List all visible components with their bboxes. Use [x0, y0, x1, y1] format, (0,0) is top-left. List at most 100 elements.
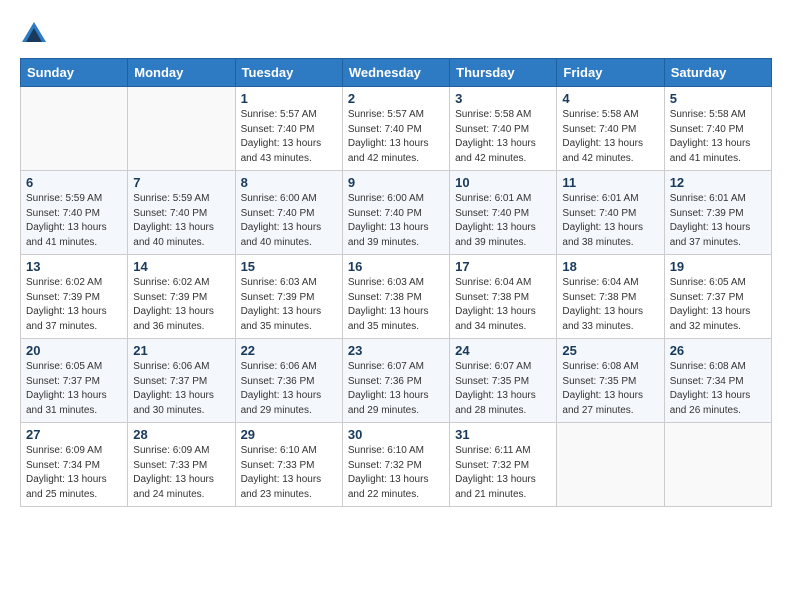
- calendar-cell: 12 Sunrise: 6:01 AMSunset: 7:39 PMDayligh…: [664, 171, 771, 255]
- weekday-header: Monday: [128, 59, 235, 87]
- day-info: Sunrise: 5:58 AMSunset: 7:40 PMDaylight:…: [670, 108, 766, 166]
- day-info: Sunrise: 6:10 AMSunset: 7:33 PMDaylight:…: [241, 444, 337, 502]
- weekday-header: Tuesday: [235, 59, 342, 87]
- weekday-header: Saturday: [664, 59, 771, 87]
- day-number: 2: [348, 91, 444, 106]
- header: [20, 20, 772, 48]
- day-info: Sunrise: 5:57 AMSunset: 7:40 PMDaylight:…: [241, 108, 337, 166]
- day-number: 16: [348, 259, 444, 274]
- day-number: 20: [26, 343, 122, 358]
- day-info: Sunrise: 6:06 AMSunset: 7:36 PMDaylight:…: [241, 360, 337, 418]
- calendar-cell: 3 Sunrise: 5:58 AMSunset: 7:40 PMDaylight…: [450, 87, 557, 171]
- day-info: Sunrise: 6:10 AMSunset: 7:32 PMDaylight:…: [348, 444, 444, 502]
- calendar-cell: 15 Sunrise: 6:03 AMSunset: 7:39 PMDayligh…: [235, 255, 342, 339]
- logo-icon: [20, 20, 48, 48]
- day-info: Sunrise: 5:58 AMSunset: 7:40 PMDaylight:…: [455, 108, 551, 166]
- weekday-header: Sunday: [21, 59, 128, 87]
- day-info: Sunrise: 6:11 AMSunset: 7:32 PMDaylight:…: [455, 444, 551, 502]
- day-info: Sunrise: 6:07 AMSunset: 7:35 PMDaylight:…: [455, 360, 551, 418]
- day-number: 4: [562, 91, 658, 106]
- calendar-table: SundayMondayTuesdayWednesdayThursdayFrid…: [20, 58, 772, 507]
- day-number: 15: [241, 259, 337, 274]
- day-info: Sunrise: 6:07 AMSunset: 7:36 PMDaylight:…: [348, 360, 444, 418]
- day-info: Sunrise: 6:02 AMSunset: 7:39 PMDaylight:…: [26, 276, 122, 334]
- calendar-cell: 9 Sunrise: 6:00 AMSunset: 7:40 PMDaylight…: [342, 171, 449, 255]
- calendar-cell: 5 Sunrise: 5:58 AMSunset: 7:40 PMDaylight…: [664, 87, 771, 171]
- weekday-header: Friday: [557, 59, 664, 87]
- day-number: 13: [26, 259, 122, 274]
- day-info: Sunrise: 6:03 AMSunset: 7:38 PMDaylight:…: [348, 276, 444, 334]
- calendar-week-row: 1 Sunrise: 5:57 AMSunset: 7:40 PMDaylight…: [21, 87, 772, 171]
- day-info: Sunrise: 6:01 AMSunset: 7:40 PMDaylight:…: [455, 192, 551, 250]
- day-number: 14: [133, 259, 229, 274]
- calendar-cell: 25 Sunrise: 6:08 AMSunset: 7:35 PMDayligh…: [557, 339, 664, 423]
- day-number: 7: [133, 175, 229, 190]
- day-number: 22: [241, 343, 337, 358]
- calendar-cell: 30Sunrise: 6:10 AMSunset: 7:32 PMDayligh…: [342, 423, 449, 507]
- day-info: Sunrise: 6:01 AMSunset: 7:39 PMDaylight:…: [670, 192, 766, 250]
- page: SundayMondayTuesdayWednesdayThursdayFrid…: [0, 0, 792, 517]
- weekday-header: Thursday: [450, 59, 557, 87]
- day-number: 6: [26, 175, 122, 190]
- calendar-week-row: 27Sunrise: 6:09 AMSunset: 7:34 PMDayligh…: [21, 423, 772, 507]
- calendar-header-row: SundayMondayTuesdayWednesdayThursdayFrid…: [21, 59, 772, 87]
- calendar-week-row: 13 Sunrise: 6:02 AMSunset: 7:39 PMDayligh…: [21, 255, 772, 339]
- day-number: 19: [670, 259, 766, 274]
- day-info: Sunrise: 6:00 AMSunset: 7:40 PMDaylight:…: [348, 192, 444, 250]
- day-info: Sunrise: 5:59 AMSunset: 7:40 PMDaylight:…: [26, 192, 122, 250]
- day-number: 5: [670, 91, 766, 106]
- calendar-week-row: 6 Sunrise: 5:59 AMSunset: 7:40 PMDaylight…: [21, 171, 772, 255]
- day-info: Sunrise: 6:06 AMSunset: 7:37 PMDaylight:…: [133, 360, 229, 418]
- day-info: Sunrise: 6:08 AMSunset: 7:35 PMDaylight:…: [562, 360, 658, 418]
- calendar-cell: 14 Sunrise: 6:02 AMSunset: 7:39 PMDayligh…: [128, 255, 235, 339]
- weekday-header: Wednesday: [342, 59, 449, 87]
- calendar-cell: [664, 423, 771, 507]
- calendar-cell: 4 Sunrise: 5:58 AMSunset: 7:40 PMDaylight…: [557, 87, 664, 171]
- day-info: Sunrise: 6:05 AMSunset: 7:37 PMDaylight:…: [670, 276, 766, 334]
- day-info: Sunrise: 6:04 AMSunset: 7:38 PMDaylight:…: [562, 276, 658, 334]
- day-number: 12: [670, 175, 766, 190]
- day-info: Sunrise: 5:58 AMSunset: 7:40 PMDaylight:…: [562, 108, 658, 166]
- calendar-cell: 20 Sunrise: 6:05 AMSunset: 7:37 PMDayligh…: [21, 339, 128, 423]
- day-number: 8: [241, 175, 337, 190]
- day-number: 11: [562, 175, 658, 190]
- day-info: Sunrise: 6:04 AMSunset: 7:38 PMDaylight:…: [455, 276, 551, 334]
- calendar-cell: 26 Sunrise: 6:08 AMSunset: 7:34 PMDayligh…: [664, 339, 771, 423]
- day-number: 3: [455, 91, 551, 106]
- day-info: Sunrise: 6:03 AMSunset: 7:39 PMDaylight:…: [241, 276, 337, 334]
- calendar-cell: 13 Sunrise: 6:02 AMSunset: 7:39 PMDayligh…: [21, 255, 128, 339]
- day-info: Sunrise: 6:08 AMSunset: 7:34 PMDaylight:…: [670, 360, 766, 418]
- day-number: 10: [455, 175, 551, 190]
- day-number: 25: [562, 343, 658, 358]
- day-number: 23: [348, 343, 444, 358]
- calendar-week-row: 20 Sunrise: 6:05 AMSunset: 7:37 PMDayligh…: [21, 339, 772, 423]
- day-info: Sunrise: 6:05 AMSunset: 7:37 PMDaylight:…: [26, 360, 122, 418]
- day-number: 17: [455, 259, 551, 274]
- calendar-cell: 2Sunrise: 5:57 AMSunset: 7:40 PMDaylight…: [342, 87, 449, 171]
- day-number: 9: [348, 175, 444, 190]
- calendar-cell: 19 Sunrise: 6:05 AMSunset: 7:37 PMDayligh…: [664, 255, 771, 339]
- calendar-cell: 18Sunrise: 6:04 AMSunset: 7:38 PMDayligh…: [557, 255, 664, 339]
- calendar-cell: 29 Sunrise: 6:10 AMSunset: 7:33 PMDayligh…: [235, 423, 342, 507]
- calendar-cell: 31 Sunrise: 6:11 AMSunset: 7:32 PMDayligh…: [450, 423, 557, 507]
- calendar-cell: 10 Sunrise: 6:01 AMSunset: 7:40 PMDayligh…: [450, 171, 557, 255]
- day-number: 29: [241, 427, 337, 442]
- calendar-cell: 24 Sunrise: 6:07 AMSunset: 7:35 PMDayligh…: [450, 339, 557, 423]
- calendar-cell: [21, 87, 128, 171]
- day-number: 31: [455, 427, 551, 442]
- calendar-cell: 7Sunrise: 5:59 AMSunset: 7:40 PMDaylight…: [128, 171, 235, 255]
- calendar-cell: 22 Sunrise: 6:06 AMSunset: 7:36 PMDayligh…: [235, 339, 342, 423]
- calendar-cell: 6 Sunrise: 5:59 AMSunset: 7:40 PMDaylight…: [21, 171, 128, 255]
- calendar-cell: 21Sunrise: 6:06 AMSunset: 7:37 PMDayligh…: [128, 339, 235, 423]
- calendar-cell: 17 Sunrise: 6:04 AMSunset: 7:38 PMDayligh…: [450, 255, 557, 339]
- calendar-cell: 1 Sunrise: 5:57 AMSunset: 7:40 PMDaylight…: [235, 87, 342, 171]
- calendar-cell: [557, 423, 664, 507]
- day-number: 27: [26, 427, 122, 442]
- day-number: 26: [670, 343, 766, 358]
- day-info: Sunrise: 6:09 AMSunset: 7:33 PMDaylight:…: [133, 444, 229, 502]
- calendar-cell: 27Sunrise: 6:09 AMSunset: 7:34 PMDayligh…: [21, 423, 128, 507]
- day-number: 24: [455, 343, 551, 358]
- day-info: Sunrise: 6:02 AMSunset: 7:39 PMDaylight:…: [133, 276, 229, 334]
- logo: [20, 20, 50, 48]
- day-number: 1: [241, 91, 337, 106]
